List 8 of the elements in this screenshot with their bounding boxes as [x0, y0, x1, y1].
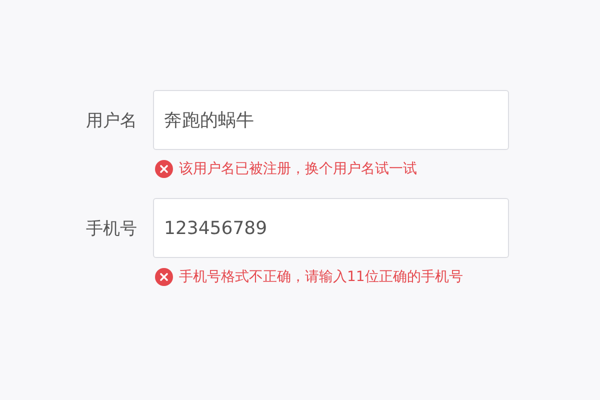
input-field[interactable]: 123456789: [153, 198, 509, 258]
field-label: 手机号: [86, 218, 137, 240]
field-label: 用户名: [86, 110, 137, 132]
error-icon: [155, 160, 173, 178]
error-message: 手机号格式不正确，请输入11位正确的手机号: [179, 268, 463, 286]
error-icon: [155, 268, 173, 286]
input-field[interactable]: 奔跑的蜗牛: [153, 90, 509, 150]
error-message: 该用户名已被注册，换个用户名试一试: [179, 160, 417, 178]
